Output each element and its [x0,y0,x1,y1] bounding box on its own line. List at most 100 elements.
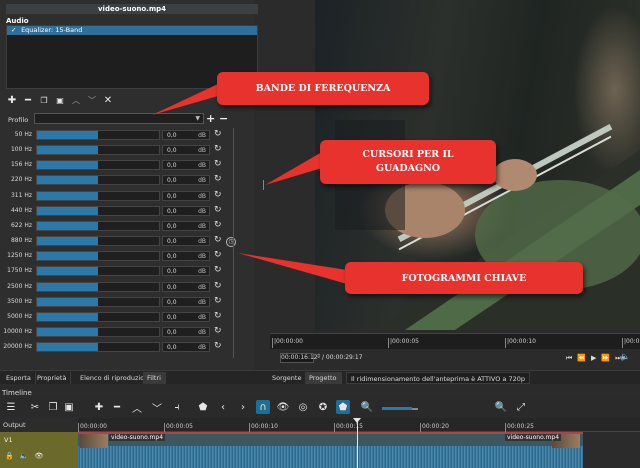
reset-icon[interactable]: ↻ [214,220,222,230]
lock-icon[interactable]: 🔒 [5,452,14,460]
gain-slider[interactable] [36,160,160,171]
append-icon[interactable]: ✚ [92,400,106,414]
tab-esporta[interactable]: Esporta [2,372,36,384]
gain-spinbox[interactable]: 0,0 dB [162,190,210,201]
previous-marker-icon[interactable]: ‹ [216,400,230,414]
tab-progetto[interactable]: Progetto [305,372,342,384]
gain-spinbox[interactable]: 0,0 dB [162,205,210,216]
zoom-out-icon[interactable]: 🔍 [360,400,374,414]
reset-icon[interactable]: ↻ [214,129,222,139]
reset-icon[interactable]: ↻ [214,341,222,351]
band-frequency-label: 1750 Hz [7,267,32,275]
playhead[interactable] [357,418,358,468]
zoom-fit-icon[interactable]: ⤢ [514,400,528,414]
add-filter-icon[interactable]: ✚ [6,95,18,106]
reset-icon[interactable]: ↻ [214,281,222,291]
splitter-handle[interactable] [263,180,264,190]
zoom-in-icon[interactable]: 🔍 [494,400,508,414]
gain-slider[interactable] [36,205,160,216]
copy-filter-icon[interactable]: ❐ [38,95,50,106]
move-down-icon[interactable]: ﹀ [86,95,98,106]
reset-icon[interactable]: ↻ [214,190,222,200]
ripple-icon[interactable]: ◎ [296,400,310,414]
paste-filter-icon[interactable]: ▣ [54,95,66,106]
play-icon[interactable]: ▶ [591,354,596,363]
gain-spinbox[interactable]: 0,0 dB [162,220,210,231]
remove-icon[interactable]: ━ [110,400,124,414]
filter-enabled-checkbox[interactable]: ✓ [11,26,19,35]
reset-icon[interactable]: ↻ [214,205,222,215]
reset-icon[interactable]: ↻ [214,235,222,245]
tab-filtri[interactable]: Filtri [143,372,166,384]
hide-icon[interactable]: 👁 [34,452,43,460]
reset-icon[interactable]: ↻ [214,311,222,321]
reset-icon[interactable]: ↻ [214,296,222,306]
gain-slider[interactable] [36,175,160,186]
marker-icon[interactable]: ⬟ [196,400,210,414]
gain-slider[interactable] [36,266,160,277]
current-time-field[interactable]: 00:00:16:12 [280,353,318,363]
lift-icon[interactable]: ︿ [130,400,144,415]
gain-slider[interactable] [36,281,160,292]
menu-icon[interactable]: ☰ [4,400,18,414]
keyframe-stopwatch-icon[interactable]: ◷ [226,237,236,247]
paste-icon[interactable]: ▣ [62,400,76,414]
gain-spinbox[interactable]: 0,0 dB [162,281,210,292]
gain-spinbox[interactable]: 0,0 dB [162,145,210,156]
reset-icon[interactable]: ↻ [214,174,222,184]
overwrite-icon[interactable]: ﹀ [150,400,164,415]
audio-waveform [78,446,583,468]
gain-slider[interactable] [36,220,160,231]
gain-slider[interactable] [36,130,160,140]
gain-slider[interactable] [36,342,160,353]
gain-spinbox[interactable]: 0,0 dB [162,236,210,247]
scrub-icon[interactable]: 👁 [276,400,290,414]
move-up-icon[interactable]: ︿ [70,95,82,106]
tab-sorgente[interactable]: Sorgente [268,372,307,384]
filter-item-equalizer[interactable]: ✓ Equalizer: 15-Band [7,26,257,35]
gain-spinbox[interactable]: 0,0 dB [162,311,210,322]
preset-select[interactable]: ▼ [34,113,204,124]
fast-forward-icon[interactable]: ⏩ [601,354,610,363]
gain-slider[interactable] [36,311,160,322]
mute-icon[interactable]: 🔈 [20,452,29,460]
next-marker-icon[interactable]: › [236,400,250,414]
gain-spinbox[interactable]: 0,0 dB [162,175,210,186]
skip-previous-icon[interactable]: ⏮ [566,354,572,363]
snap-icon[interactable]: ∩ [256,400,270,414]
gain-spinbox[interactable]: 0,0 dB [162,251,210,262]
rewind-icon[interactable]: ⏪ [577,354,586,363]
remove-preset-button[interactable]: − [219,112,228,125]
tab-proprieta[interactable]: Proprietà [33,372,72,384]
ripple-markers-icon[interactable]: ⬟ [336,400,350,414]
deselect-filter-icon[interactable]: ✕ [102,95,114,106]
gain-slider[interactable] [36,190,160,201]
gain-spinbox[interactable]: 0,0 dB [162,130,210,140]
gain-slider[interactable] [36,236,160,247]
player-scrubber[interactable]: |00:00:00 |00:00:05 |00:00:10 |00:00:15 [270,333,640,349]
gain-slider[interactable] [36,145,160,156]
gain-slider[interactable] [36,296,160,307]
reset-icon[interactable]: ↻ [214,250,222,260]
reset-icon[interactable]: ↻ [214,159,222,169]
gain-spinbox[interactable]: 0,0 dB [162,296,210,307]
reset-icon[interactable]: ↻ [214,265,222,275]
ripple-all-icon[interactable]: ✪ [316,400,330,414]
gain-spinbox[interactable]: 0,0 dB [162,342,210,353]
time-spin-icon[interactable]: ⇕ [316,353,321,360]
split-icon[interactable]: ⫞ [170,400,184,414]
dock-tabs-bar: Esporta Proprietà Elenco di riproduzione… [0,370,640,384]
volume-icon[interactable]: 🔈 [620,352,630,361]
track-name: V1 [4,436,13,444]
remove-filter-icon[interactable]: ━ [22,95,34,106]
gain-spinbox[interactable]: 0,0 dB [162,326,210,337]
cut-icon[interactable]: ✂ [28,400,42,414]
gain-spinbox[interactable]: 0,0 dB [162,266,210,277]
gain-spinbox[interactable]: 0,0 dB [162,160,210,171]
add-preset-button[interactable]: + [206,112,215,125]
reset-icon[interactable]: ↻ [214,326,222,336]
gain-slider[interactable] [36,326,160,337]
reset-icon[interactable]: ↻ [214,144,222,154]
gain-slider[interactable] [36,251,160,262]
copy-icon[interactable]: ❐ [46,400,60,414]
